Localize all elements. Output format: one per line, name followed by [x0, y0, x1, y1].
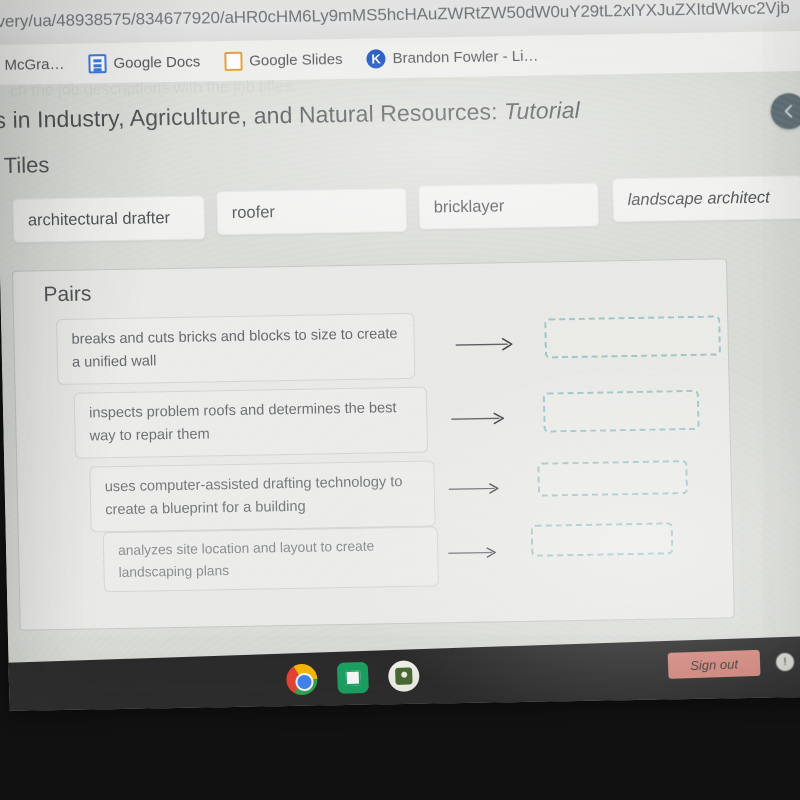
- bookmark-label: Brandon Fowler - Li…: [392, 47, 539, 67]
- chromebook-screen: very/ua/48938575/834677920/aHR0cHM6Ly9mM…: [0, 0, 800, 711]
- contacts-app-icon[interactable]: [387, 660, 420, 693]
- arrow-right-icon: [447, 545, 501, 560]
- pair-row: inspects problem roofs and determines th…: [16, 381, 730, 459]
- pairs-panel: Pairs breaks and cuts bricks and blocks …: [11, 258, 735, 631]
- tiles-heading: Tiles: [3, 152, 50, 178]
- url-text: very/ua/48938575/834677920/aHR0cHM6Ly9mM…: [0, 0, 790, 32]
- pair-row: analyzes site location and layout to cre…: [19, 521, 733, 597]
- arrow-right-icon: [455, 337, 517, 352]
- activity-page: ch the job descriptions with the job tit…: [0, 70, 800, 685]
- dropzone-2[interactable]: [542, 389, 700, 433]
- bookmark-label: McGra…: [4, 55, 65, 74]
- pair-description: uses computer-assisted drafting technolo…: [89, 460, 436, 533]
- bookmark-label: Google Docs: [113, 52, 201, 72]
- bookmark-google-slides[interactable]: Google Slides: [215, 47, 352, 72]
- bookmark-mcgraw[interactable]: McGra…: [0, 53, 74, 75]
- pairs-heading: Pairs: [43, 282, 92, 307]
- shelf-app-list: [285, 660, 420, 696]
- arrow-right-icon: [448, 481, 504, 496]
- sheets-app-icon[interactable]: [336, 661, 369, 694]
- tile-roofer[interactable]: roofer: [216, 187, 408, 236]
- pair-row: uses computer-assisted drafting technolo…: [17, 455, 731, 533]
- arrow-right-icon: [450, 411, 508, 426]
- previous-button[interactable]: [770, 92, 800, 130]
- bookmark-google-docs[interactable]: Google Docs: [79, 50, 209, 75]
- dropzone-4[interactable]: [530, 522, 674, 557]
- pair-description: inspects problem roofs and determines th…: [73, 386, 429, 459]
- screenshot-root: very/ua/48938575/834677920/aHR0cHM6Ly9mM…: [0, 0, 800, 800]
- sign-out-button[interactable]: Sign out: [667, 649, 761, 679]
- tile-bricklayer[interactable]: bricklayer: [418, 182, 600, 230]
- pair-row: breaks and cuts bricks and blocks to siz…: [14, 307, 728, 386]
- dropzone-3[interactable]: [537, 460, 689, 497]
- tile-architectural-drafter[interactable]: architectural drafter: [12, 195, 206, 243]
- chrome-app-icon[interactable]: [285, 663, 318, 696]
- google-slides-icon: [223, 51, 243, 71]
- google-docs-icon: [88, 53, 107, 73]
- status-badge[interactable]: !: [775, 652, 795, 672]
- page-title-suffix: Tutorial: [503, 96, 581, 125]
- pair-description: breaks and cuts bricks and blocks to siz…: [56, 312, 416, 386]
- kami-icon: K: [366, 48, 386, 69]
- bookmark-brandon-fowler[interactable]: K Brandon Fowler - Li…: [357, 44, 547, 70]
- chevron-left-icon: [784, 104, 793, 118]
- dropzone-1[interactable]: [544, 315, 722, 359]
- page-title-prefix: rs in Industry, Agriculture, and Natural…: [0, 98, 505, 134]
- page-title: rs in Industry, Agriculture, and Natural…: [0, 97, 580, 134]
- pair-description: analyzes site location and layout to cre…: [102, 526, 439, 592]
- bookmark-label: Google Slides: [248, 50, 343, 70]
- tiles-container: architectural drafter roofer bricklayer …: [12, 175, 800, 243]
- tile-landscape-architect[interactable]: landscape architect: [612, 175, 800, 223]
